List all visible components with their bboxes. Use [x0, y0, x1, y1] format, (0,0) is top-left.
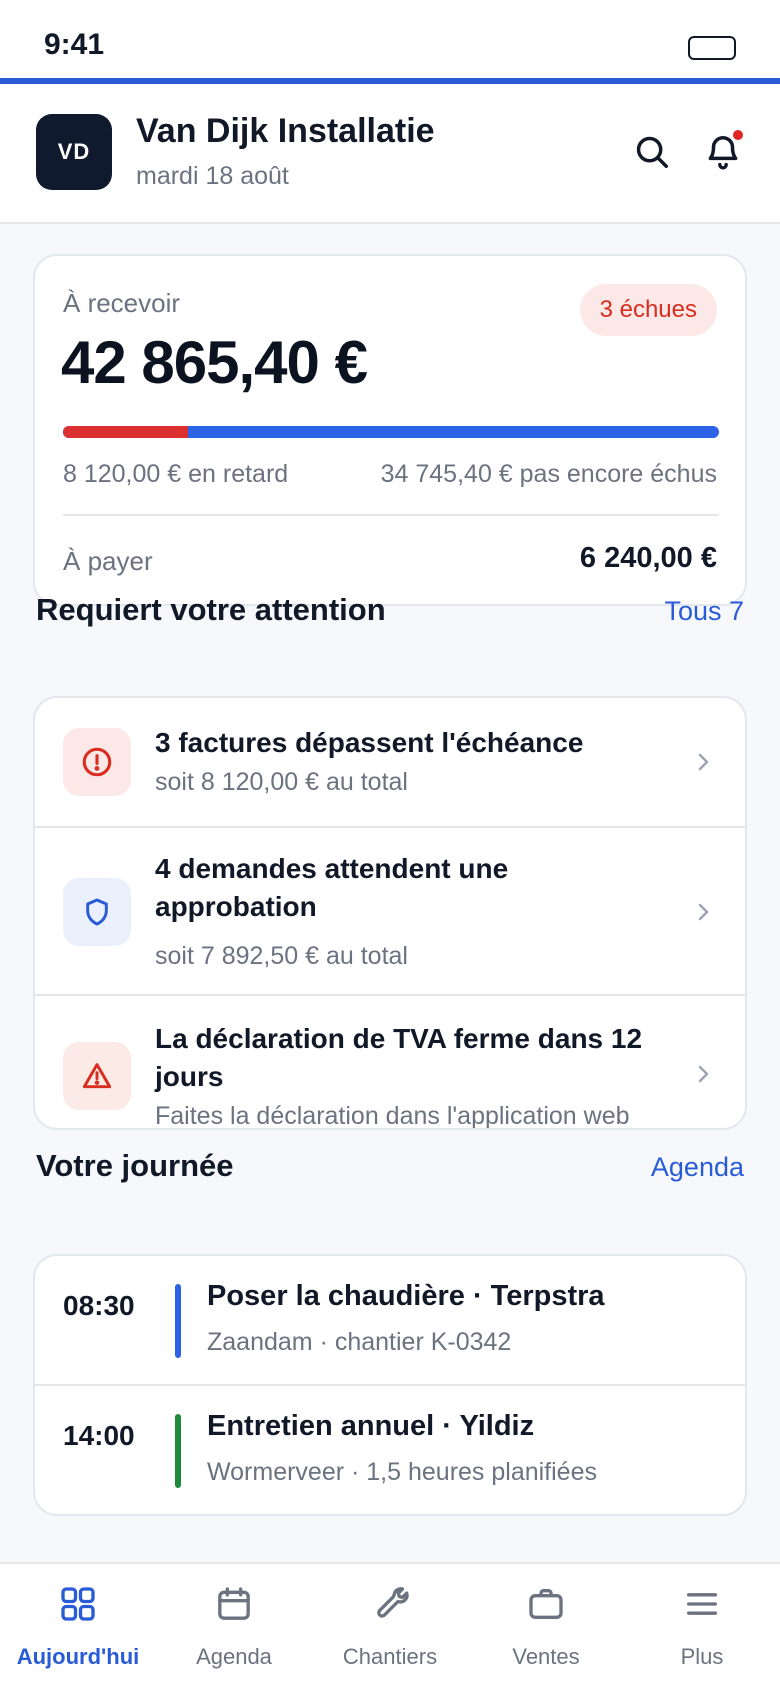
attention-section-title: Requiert votre attention	[36, 592, 386, 627]
tab-sales[interactable]: Ventes	[468, 1564, 624, 1690]
payable-amount: 6 240,00 €	[579, 542, 717, 574]
attention-card: 3 factures dépassent l'échéance soit 8 1…	[33, 696, 747, 1130]
notification-dot	[731, 128, 745, 142]
attention-item-subtitle: Faites la déclaration dans l'application…	[155, 1102, 630, 1130]
attention-item-overdue-invoices[interactable]: 3 factures dépassent l'échéance soit 8 1…	[35, 698, 745, 828]
company-name[interactable]: Van Dijk Installatie	[136, 112, 435, 151]
battery-icon	[688, 36, 736, 60]
event-color-bar	[175, 1414, 181, 1488]
receivable-label: À recevoir	[63, 288, 181, 318]
attention-item-subtitle: soit 7 892,50 € au total	[155, 942, 408, 970]
attention-item-approvals[interactable]: 4 demandes attendent une approbation soi…	[35, 828, 745, 996]
status-time: 9:41	[44, 28, 105, 61]
event-row[interactable]: 14:00 Entretien annuel · Yildiz Wormerve…	[35, 1386, 745, 1514]
tab-sites[interactable]: Chantiers	[312, 1564, 468, 1690]
event-subtitle: Zaandam · chantier K-0342	[207, 1328, 512, 1356]
attention-item-title: 3 factures dépassent l'échéance	[155, 727, 584, 758]
overdue-badge[interactable]: 3 échues	[579, 284, 717, 336]
event-time: 08:30	[63, 1290, 135, 1321]
company-avatar[interactable]: VD	[36, 114, 112, 190]
not-due-amount-label: 34 745,40 € pas encore échus	[380, 460, 717, 488]
chevron-right-icon	[698, 1065, 709, 1083]
tab-label: Ventes	[512, 1644, 580, 1669]
search-icon	[636, 136, 668, 168]
search-button[interactable]	[628, 128, 676, 176]
event-title: Entretien annuel · Yildiz	[207, 1410, 535, 1442]
day-card: 08:30 Poser la chaudière · Terpstra Zaan…	[33, 1254, 747, 1516]
late-amount-label: 8 120,00 € en retard	[63, 460, 289, 488]
bottom-tab-bar: Aujourd'hui Agenda Chantiers Ventes Plus	[0, 1562, 780, 1688]
attention-item-title: 4 demandes attendent une approbation	[155, 853, 509, 922]
chevron-right-icon	[698, 753, 709, 771]
calendar-icon	[218, 1587, 250, 1620]
day-section-title: Votre journée	[36, 1148, 234, 1183]
receivable-progress-bar	[63, 426, 719, 438]
status-bar: 9:41	[0, 0, 780, 78]
attention-item-subtitle: soit 8 120,00 € au total	[155, 768, 408, 796]
overdue-segment	[63, 426, 188, 438]
tab-label: Chantiers	[342, 1644, 438, 1669]
event-row[interactable]: 08:30 Poser la chaudière · Terpstra Zaan…	[35, 1256, 745, 1386]
wrench-icon	[377, 1587, 409, 1618]
alert-circle-icon	[63, 728, 131, 796]
event-title: Poser la chaudière · Terpstra	[207, 1280, 605, 1312]
tab-label: Aujourd'hui	[16, 1644, 140, 1669]
notifications-button[interactable]	[699, 128, 747, 176]
tab-label: Plus	[680, 1644, 724, 1669]
menu-icon	[687, 1593, 717, 1615]
app-header: VD Van Dijk Installatie mardi 18 août	[0, 84, 780, 224]
tab-more[interactable]: Plus	[624, 1564, 780, 1690]
agenda-link[interactable]: Agenda	[651, 1152, 744, 1183]
balance-card[interactable]: À recevoir 3 échues 42 865,40 € 8 120,00…	[33, 254, 747, 606]
grid-icon	[61, 1587, 95, 1621]
tab-agenda[interactable]: Agenda	[156, 1564, 312, 1690]
attention-all-link[interactable]: Tous 7	[664, 596, 744, 627]
divider	[63, 514, 719, 516]
attention-item-vat-declaration[interactable]: La déclaration de TVA ferme dans 12 jour…	[35, 996, 745, 1130]
attention-item-title: La déclaration de TVA ferme dans 12 jour…	[155, 1023, 643, 1092]
event-color-bar	[175, 1284, 181, 1358]
receivable-amount: 42 865,40 €	[61, 329, 368, 396]
payable-label: À payer	[63, 546, 153, 576]
briefcase-icon	[529, 1589, 563, 1619]
shield-icon	[63, 878, 131, 946]
event-subtitle: Wormerveer · 1,5 heures planifiées	[207, 1458, 597, 1486]
chevron-right-icon	[698, 903, 709, 921]
main-content: À recevoir 3 échues 42 865,40 € 8 120,00…	[0, 224, 780, 1562]
tab-label: Agenda	[196, 1644, 272, 1669]
header-date: mardi 18 août	[136, 162, 289, 190]
event-time: 14:00	[63, 1420, 135, 1451]
tab-today[interactable]: Aujourd'hui	[0, 1564, 156, 1690]
warning-triangle-icon	[63, 1042, 131, 1110]
